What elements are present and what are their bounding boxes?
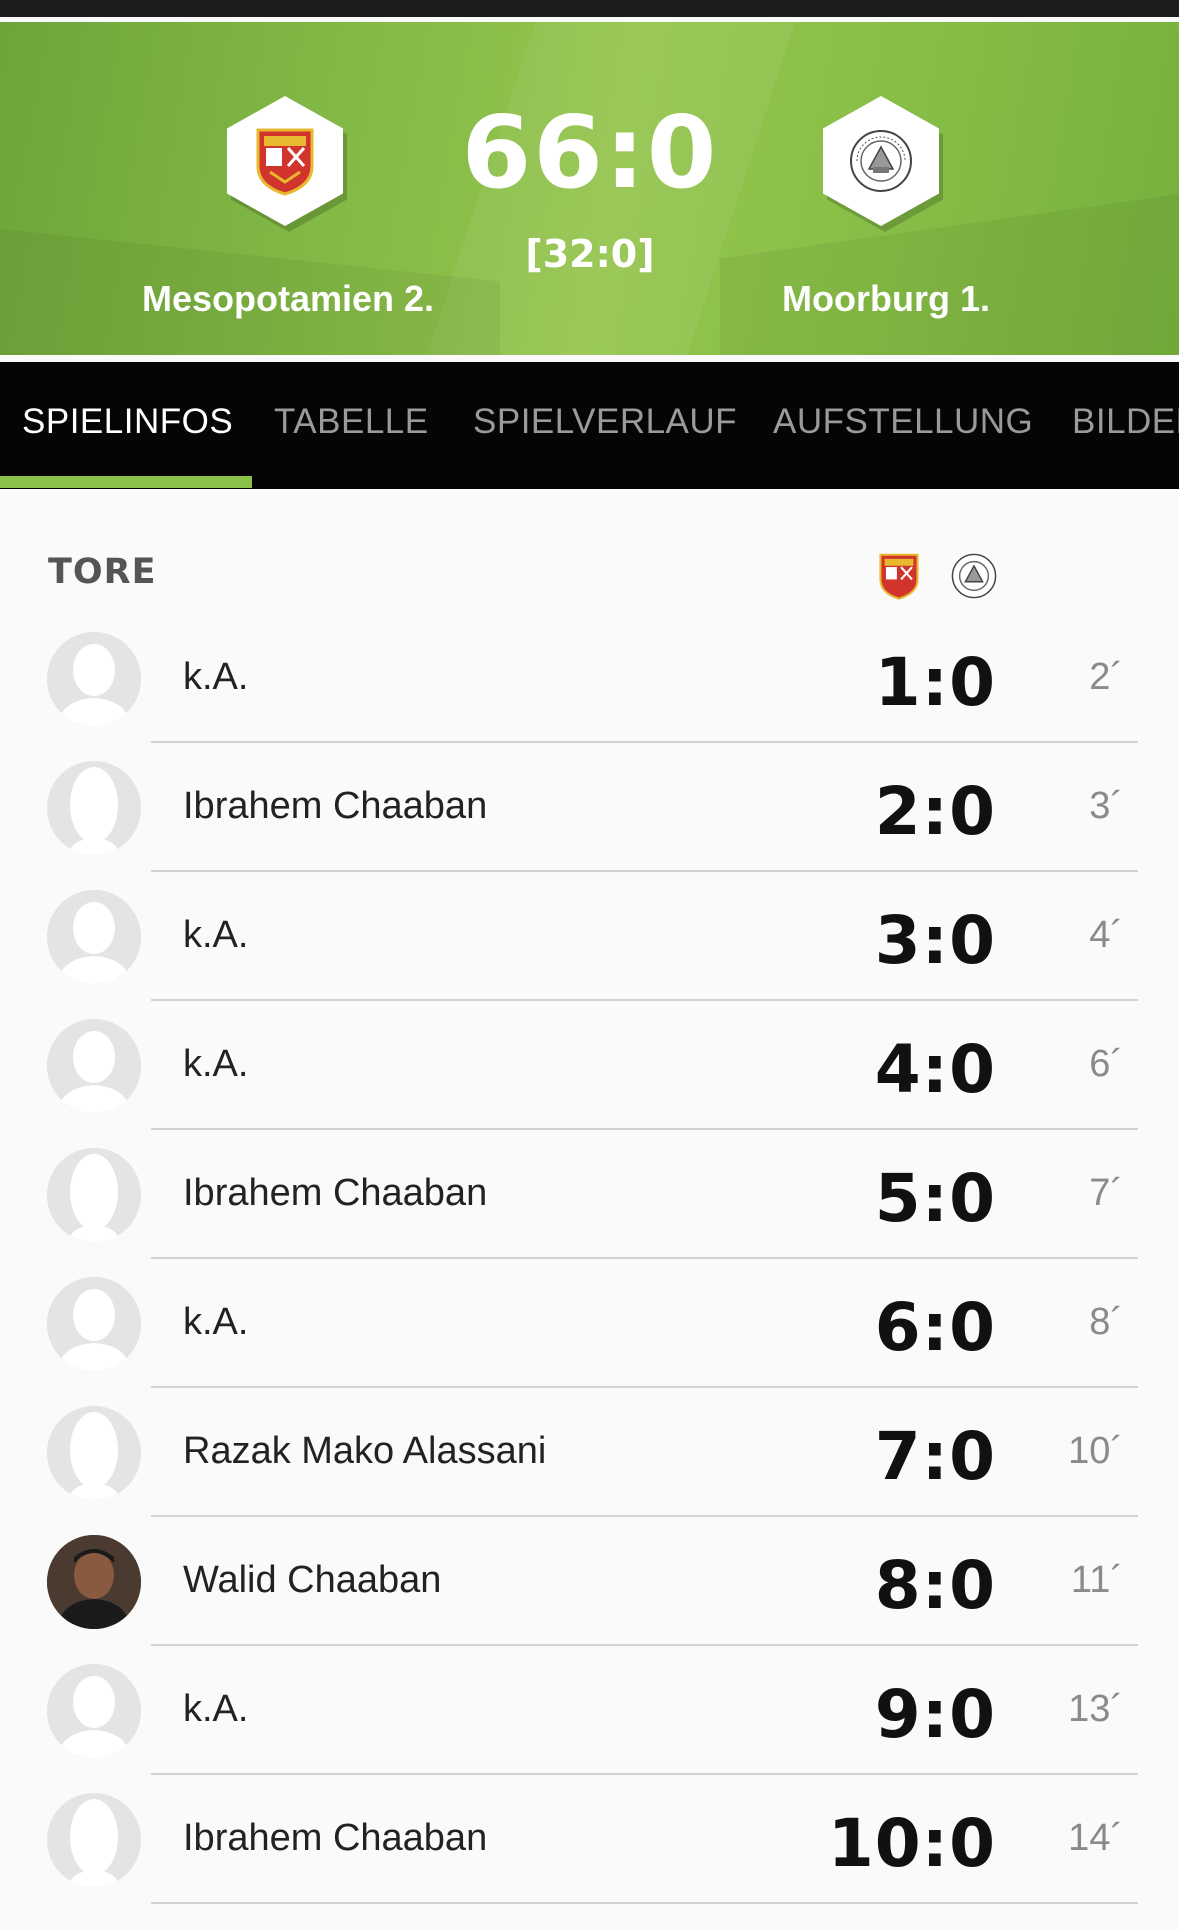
user-silhouette-icon [47, 1406, 141, 1500]
goal-minute: 11´ [1070, 1559, 1123, 1601]
user-silhouette-icon [47, 632, 141, 726]
goal-row[interactable]: Walid Chaaban 8:0 11´ [0, 1517, 1179, 1646]
goal-minute: 6´ [1089, 1043, 1123, 1085]
moorburg-crest-icon [850, 130, 912, 192]
goal-score: 1:0 [874, 644, 996, 721]
tab-aufstellung[interactable]: AUFSTELLUNG [773, 402, 1033, 442]
goal-minute: 10´ [1068, 1430, 1123, 1472]
player-avatar-placeholder[interactable] [47, 1793, 141, 1887]
mesopotamien-crest-icon [256, 128, 314, 196]
player-avatar-placeholder[interactable] [47, 1406, 141, 1500]
goal-row[interactable]: Ibrahem Chaaban 10:0 14´ [0, 1775, 1179, 1904]
scorer-name[interactable]: k.A. [183, 1043, 248, 1086]
user-silhouette-icon [47, 1793, 141, 1887]
goal-minute: 14´ [1068, 1817, 1123, 1859]
user-silhouette-icon [47, 1148, 141, 1242]
goal-minute: 8´ [1089, 1301, 1123, 1343]
goal-score: 7:0 [874, 1418, 996, 1495]
player-photo[interactable] [47, 1535, 141, 1629]
halftime-score: [32:0] [525, 232, 655, 276]
status-bar [0, 0, 1179, 17]
player-photo-icon [47, 1535, 141, 1629]
goal-row[interactable]: k.A. 9:0 13´ [0, 1646, 1179, 1775]
tab-bar: SPIELINFOS TABELLE SPIELVERLAUF AUFSTELL… [0, 362, 1179, 489]
goal-minute: 4´ [1089, 914, 1123, 956]
goal-score: 6:0 [874, 1289, 996, 1366]
goal-score: 9:0 [874, 1676, 996, 1753]
goal-score: 10:0 [827, 1805, 996, 1882]
home-mini-crest-icon [876, 552, 922, 600]
goal-minute: 2´ [1089, 656, 1123, 698]
goal-row[interactable]: k.A. 4:0 6´ [0, 1001, 1179, 1130]
goal-score: 4:0 [874, 1031, 996, 1108]
user-silhouette-icon [47, 761, 141, 855]
goal-row[interactable]: Ibrahem Chaaban 2:0 3´ [0, 743, 1179, 872]
final-score: 66:0 [461, 94, 719, 211]
scorer-name[interactable]: Ibrahem Chaaban [183, 785, 487, 828]
user-silhouette-icon [47, 890, 141, 984]
goals-section: TORE k.A. 1:0 2´ Ibrahem Chaaban 2:0 3´ k.A. 3:… [0, 489, 1179, 1930]
scorer-name[interactable]: Ibrahem Chaaban [183, 1172, 487, 1215]
tab-spielverlauf[interactable]: SPIELVERLAUF [473, 402, 737, 442]
scorer-name[interactable]: k.A. [183, 1688, 248, 1731]
goal-minute: 13´ [1068, 1688, 1123, 1730]
tab-spielinfos[interactable]: SPIELINFOS [22, 402, 233, 442]
player-avatar-placeholder[interactable] [47, 1148, 141, 1242]
scorer-name[interactable]: Walid Chaaban [183, 1559, 441, 1602]
goal-score: 2:0 [874, 773, 996, 850]
player-avatar-placeholder[interactable] [47, 1277, 141, 1371]
section-title: TORE [48, 552, 157, 592]
goal-score: 5:0 [874, 1160, 996, 1237]
away-mini-crest-icon [951, 552, 997, 600]
row-divider [151, 1902, 1138, 1904]
user-silhouette-icon [47, 1019, 141, 1113]
goal-score: 3:0 [874, 902, 996, 979]
match-header: 66:0 [32:0] Mesopotamien 2. Moorburg 1. [0, 22, 1179, 355]
scorer-name[interactable]: k.A. [183, 1301, 248, 1344]
player-avatar-placeholder[interactable] [47, 632, 141, 726]
user-silhouette-icon [47, 1664, 141, 1758]
goal-score: 8:0 [874, 1547, 996, 1624]
goal-row[interactable]: k.A. 1:0 2´ [0, 614, 1179, 743]
tab-tabelle[interactable]: TABELLE [274, 402, 429, 442]
player-avatar-placeholder[interactable] [47, 1019, 141, 1113]
goal-minute: 7´ [1089, 1172, 1123, 1214]
goal-row[interactable]: k.A. 6:0 8´ [0, 1259, 1179, 1388]
user-silhouette-icon [47, 1277, 141, 1371]
home-team-name[interactable]: Mesopotamien 2. [78, 278, 498, 320]
active-tab-indicator [0, 476, 252, 488]
tab-bilder[interactable]: BILDER [1072, 402, 1179, 442]
scorer-name[interactable]: Razak Mako Alassani [183, 1430, 546, 1473]
scorer-name[interactable]: k.A. [183, 656, 248, 699]
goal-row[interactable]: Razak Mako Alassani 7:0 10´ [0, 1388, 1179, 1517]
player-avatar-placeholder[interactable] [47, 761, 141, 855]
player-avatar-placeholder[interactable] [47, 890, 141, 984]
goal-minute: 3´ [1089, 785, 1123, 827]
away-team-name[interactable]: Moorburg 1. [676, 278, 1096, 320]
goal-row[interactable]: Ibrahem Chaaban 5:0 7´ [0, 1130, 1179, 1259]
scorer-name[interactable]: k.A. [183, 914, 248, 957]
goal-row[interactable]: k.A. 3:0 4´ [0, 872, 1179, 1001]
player-avatar-placeholder[interactable] [47, 1664, 141, 1758]
scorer-name[interactable]: Ibrahem Chaaban [183, 1817, 487, 1860]
